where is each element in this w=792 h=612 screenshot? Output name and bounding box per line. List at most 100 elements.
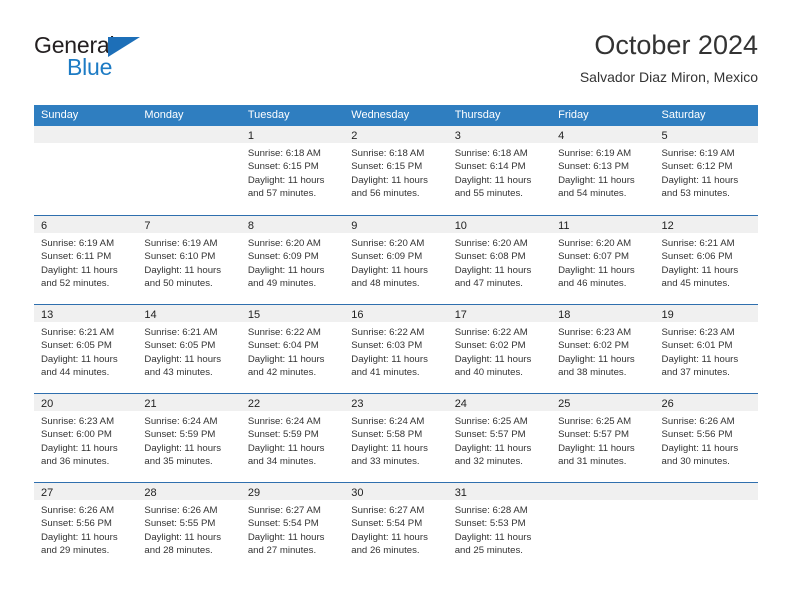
calendar-day-cell[interactable]: 16 Sunrise: 6:22 AM Sunset: 6:03 PM Dayligh… — [344, 305, 448, 393]
day-details: Sunrise: 6:24 AM Sunset: 5:58 PM Daylight:… — [344, 411, 447, 469]
calendar-day-cell[interactable]: 30 Sunrise: 6:27 AM Sunset: 5:54 PM Dayligh… — [344, 483, 448, 571]
calendar-day-cell[interactable]: 7 Sunrise: 6:19 AM Sunset: 6:10 PM Daylight… — [137, 216, 241, 304]
day-details: Sunrise: 6:21 AM Sunset: 6:05 PM Daylight:… — [137, 322, 240, 380]
calendar-day-cell[interactable]: 17 Sunrise: 6:22 AM Sunset: 6:02 PM Dayligh… — [447, 305, 552, 393]
day-detail-line: Daylight: 11 hours — [144, 264, 222, 276]
day-number-strip: 30 — [344, 483, 448, 500]
day-number: 4 — [558, 130, 565, 142]
day-detail-line: Sunset: 5:59 PM — [247, 429, 319, 441]
day-detail-line: Sunrise: 6:18 AM — [247, 148, 321, 159]
calendar-day-cell[interactable]: 28 Sunrise: 6:26 AM Sunset: 5:55 PM Dayligh… — [137, 483, 241, 571]
calendar-empty-cell — [34, 126, 138, 215]
calendar-day-cell[interactable]: 19 Sunrise: 6:23 AM Sunset: 6:01 PM Dayligh… — [654, 305, 758, 393]
day-detail-line: Sunset: 6:02 PM — [558, 340, 630, 352]
day-details: Sunrise: 6:20 AM Sunset: 6:07 PM Daylight:… — [551, 233, 654, 291]
day-details: Sunrise: 6:27 AM Sunset: 5:54 PM Daylight:… — [241, 500, 344, 558]
day-detail-line: Daylight: 11 hours — [454, 442, 532, 454]
calendar-day-cell[interactable]: 27 Sunrise: 6:26 AM Sunset: 5:56 PM Dayligh… — [34, 483, 138, 571]
day-detail-line: and 29 minutes. — [41, 545, 110, 557]
day-detail-line: Daylight: 11 hours — [558, 264, 635, 276]
day-detail-line: Sunrise: 6:18 AM — [454, 148, 528, 159]
day-detail-line: and 40 minutes. — [454, 367, 523, 379]
day-detail-line: Sunrise: 6:19 AM — [558, 148, 632, 159]
day-details: Sunrise: 6:24 AM Sunset: 5:59 PM Daylight:… — [137, 411, 240, 469]
calendar-week-row: 1 Sunrise: 6:18 AM Sunset: 6:15 PM Daylight… — [34, 126, 758, 215]
calendar-day-cell[interactable]: 18 Sunrise: 6:23 AM Sunset: 6:02 PM Dayligh… — [551, 305, 655, 393]
day-detail-line: Daylight: 11 hours — [247, 174, 325, 186]
day-number: 13 — [41, 309, 54, 321]
day-detail-line: Sunset: 6:14 PM — [454, 161, 526, 173]
day-detail-line: Sunrise: 6:26 AM — [41, 505, 115, 516]
day-number-strip: 15 — [240, 305, 345, 322]
calendar-day-cell[interactable]: 24 Sunrise: 6:25 AM Sunset: 5:57 PM Dayligh… — [447, 394, 552, 482]
day-detail-line: and 34 minutes. — [247, 456, 317, 468]
day-detail-line: Sunset: 6:13 PM — [558, 161, 630, 173]
day-details: Sunrise: 6:24 AM Sunset: 5:59 PM Daylight:… — [241, 411, 344, 469]
calendar-day-cell[interactable]: 25 Sunrise: 6:25 AM Sunset: 5:57 PM Dayligh… — [551, 394, 655, 482]
day-detail-line: Daylight: 11 hours — [558, 174, 635, 186]
calendar-day-cell[interactable]: 12 Sunrise: 6:21 AM Sunset: 6:06 PM Dayligh… — [654, 216, 758, 304]
day-details: Sunrise: 6:21 AM Sunset: 6:05 PM Daylight:… — [34, 322, 137, 380]
calendar-day-cell[interactable]: 15 Sunrise: 6:22 AM Sunset: 6:04 PM Dayligh… — [240, 305, 345, 393]
calendar-day-cell[interactable]: 26 Sunrise: 6:26 AM Sunset: 5:56 PM Dayligh… — [654, 394, 758, 482]
calendar-day-cell[interactable]: 1 Sunrise: 6:18 AM Sunset: 6:15 PM Daylight… — [240, 126, 345, 215]
calendar-day-cell[interactable]: 13 Sunrise: 6:21 AM Sunset: 6:05 PM Dayligh… — [34, 305, 138, 393]
calendar-grid: Sunday Monday Tuesday Wednesday Thursday Frid… — [34, 105, 758, 571]
day-number: 2 — [351, 130, 358, 142]
calendar-day-cell[interactable]: 6 Sunrise: 6:19 AM Sunset: 6:11 PM Daylight… — [34, 216, 138, 304]
day-detail-line: Sunset: 5:59 PM — [144, 429, 216, 441]
calendar-day-cell[interactable]: 23 Sunrise: 6:24 AM Sunset: 5:58 PM Dayligh… — [344, 394, 448, 482]
day-detail-line: and 49 minutes. — [247, 278, 317, 290]
day-detail-line: and 55 minutes. — [454, 188, 523, 200]
calendar-day-cell[interactable]: 20 Sunrise: 6:23 AM Sunset: 6:00 PM Dayligh… — [34, 394, 138, 482]
calendar-day-cell[interactable]: 22 Sunrise: 6:24 AM Sunset: 5:59 PM Dayligh… — [240, 394, 345, 482]
calendar-day-cell[interactable]: 31 Sunrise: 6:28 AM Sunset: 5:53 PM Dayligh… — [447, 483, 552, 571]
day-number: 27 — [41, 487, 54, 499]
day-detail-line: Daylight: 11 hours — [41, 531, 118, 543]
day-details: Sunrise: 6:20 AM Sunset: 6:09 PM Daylight:… — [344, 233, 447, 291]
day-details — [655, 500, 758, 504]
day-number: 6 — [41, 220, 48, 232]
day-number-strip: 8 — [240, 216, 345, 233]
day-detail-line: Daylight: 11 hours — [661, 264, 739, 276]
calendar-day-cell[interactable]: 3 Sunrise: 6:18 AM Sunset: 6:14 PM Daylight… — [447, 126, 552, 215]
day-detail-line: Daylight: 11 hours — [454, 531, 532, 543]
calendar-day-cell[interactable]: 21 Sunrise: 6:24 AM Sunset: 5:59 PM Dayligh… — [137, 394, 241, 482]
day-number: 24 — [454, 398, 467, 410]
day-detail-line: Sunrise: 6:18 AM — [351, 148, 425, 159]
brand-logo[interactable]: General Blue — [34, 28, 184, 88]
day-number-strip: 28 — [137, 483, 241, 500]
day-detail-line: Sunrise: 6:22 AM — [351, 327, 425, 338]
day-detail-line: Sunrise: 6:20 AM — [454, 238, 528, 249]
day-detail-line: and 28 minutes. — [144, 545, 213, 557]
day-detail-line: Daylight: 11 hours — [661, 174, 739, 186]
calendar-day-cell[interactable]: 14 Sunrise: 6:21 AM Sunset: 6:05 PM Dayligh… — [137, 305, 241, 393]
day-details — [551, 500, 654, 504]
calendar-day-cell[interactable]: 11 Sunrise: 6:20 AM Sunset: 6:07 PM Dayligh… — [551, 216, 655, 304]
calendar-day-cell[interactable]: 2 Sunrise: 6:18 AM Sunset: 6:15 PM Daylight… — [344, 126, 448, 215]
day-number-strip: 26 — [654, 394, 758, 411]
calendar-week-row: 13 Sunrise: 6:21 AM Sunset: 6:05 PM Dayligh… — [34, 304, 758, 393]
calendar-day-cell[interactable]: 8 Sunrise: 6:20 AM Sunset: 6:09 PM Daylight… — [240, 216, 345, 304]
day-number-strip — [137, 126, 241, 143]
day-detail-line: Daylight: 11 hours — [661, 353, 739, 365]
calendar-day-cell[interactable]: 4 Sunrise: 6:19 AM Sunset: 6:13 PM Daylight… — [551, 126, 655, 215]
calendar-day-cell[interactable]: 9 Sunrise: 6:20 AM Sunset: 6:09 PM Daylight… — [344, 216, 448, 304]
day-number-strip: 21 — [137, 394, 241, 411]
day-number-strip: 11 — [551, 216, 655, 233]
day-number: 28 — [144, 487, 157, 499]
calendar-day-cell[interactable]: 29 Sunrise: 6:27 AM Sunset: 5:54 PM Dayligh… — [240, 483, 345, 571]
day-number-strip — [654, 483, 758, 500]
calendar-day-cell[interactable]: 5 Sunrise: 6:19 AM Sunset: 6:12 PM Daylight… — [654, 126, 758, 215]
day-number-strip: 6 — [34, 216, 138, 233]
day-detail-line: Sunset: 6:09 PM — [351, 251, 423, 263]
day-details: Sunrise: 6:25 AM Sunset: 5:57 PM Daylight:… — [448, 411, 551, 469]
day-detail-line: and 57 minutes. — [247, 188, 317, 200]
day-detail-line: Sunset: 6:03 PM — [351, 340, 423, 352]
day-details: Sunrise: 6:23 AM Sunset: 6:00 PM Daylight:… — [34, 411, 137, 469]
day-number: 16 — [351, 309, 364, 321]
calendar-day-cell[interactable]: 10 Sunrise: 6:20 AM Sunset: 6:08 PM Dayligh… — [447, 216, 552, 304]
day-number-strip: 14 — [137, 305, 241, 322]
day-number: 14 — [144, 309, 157, 321]
day-detail-line: Daylight: 11 hours — [247, 531, 325, 543]
